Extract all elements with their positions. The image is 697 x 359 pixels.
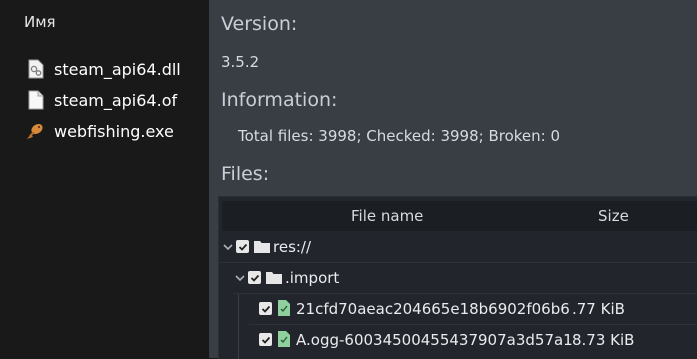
chevron-down-icon[interactable]	[222, 241, 234, 253]
file-tree[interactable]: File name Size res:// .import 21cfd70aea…	[218, 196, 697, 359]
file-item-steam-api64-dll[interactable]: steam_api64.dll	[26, 57, 181, 81]
tree-row-label: res://	[273, 238, 312, 256]
tree-row-label: A.ogg-60034500455437907a3d57a1	[296, 331, 573, 349]
information-value: Total files: 3998; Checked: 3998; Broken…	[238, 127, 561, 145]
file-item-label: steam_api64.dll	[54, 59, 181, 79]
file-size: .77 KiB	[572, 300, 625, 318]
check-icon	[261, 305, 270, 313]
pck-info-panel: Version: 3.5.2 Information: Total files:…	[209, 0, 697, 359]
tree-row-file[interactable]: 21cfd70aeac204665e18b6902f06b6 .77 KiB	[219, 294, 697, 325]
file-item-steam-api64-of[interactable]: steam_api64.of	[26, 88, 177, 112]
row-checkbox[interactable]	[236, 240, 249, 253]
check-icon	[238, 243, 247, 251]
chevron-down-icon[interactable]	[234, 272, 246, 284]
tree-row-import[interactable]: .import	[219, 263, 697, 294]
column-header-file-name[interactable]: File name	[351, 207, 423, 225]
information-heading: Information:	[221, 89, 338, 111]
tree-header: File name Size	[222, 201, 697, 231]
file-item-label: steam_api64.of	[54, 90, 178, 110]
file-item-label: webfishing.exe	[54, 121, 174, 141]
column-header-name[interactable]: Имя	[24, 13, 56, 31]
version-value: 3.5.2	[221, 53, 260, 71]
folder-icon	[266, 272, 282, 284]
row-checkbox[interactable]	[248, 271, 261, 284]
file-explorer-pane: Имя steam_api64.dll steam_api64.of webfi…	[0, 0, 209, 358]
column-header-size[interactable]: Size	[598, 207, 629, 225]
row-checkbox[interactable]	[259, 302, 272, 315]
files-heading: Files:	[221, 163, 270, 185]
blank-file-icon	[26, 89, 46, 111]
row-checkbox[interactable]	[259, 333, 272, 346]
folder-icon	[254, 241, 270, 253]
version-heading: Version:	[221, 13, 298, 35]
dll-file-icon	[26, 58, 46, 80]
tree-row-label: .import	[285, 269, 340, 287]
file-size: 8.73 KiB	[572, 331, 635, 349]
check-icon	[261, 336, 270, 344]
tree-row-label: 21cfd70aeac204665e18b6902f06b6	[296, 300, 570, 318]
file-icon	[278, 331, 290, 347]
tree-row-file[interactable]: A.ogg-60034500455437907a3d57a1 8.73 KiB	[219, 325, 697, 356]
check-icon	[250, 274, 259, 282]
tree-row-res[interactable]: res://	[219, 232, 697, 263]
file-item-webfishing-exe[interactable]: webfishing.exe	[26, 119, 174, 143]
fish-app-icon	[26, 120, 46, 142]
file-icon	[278, 300, 290, 316]
